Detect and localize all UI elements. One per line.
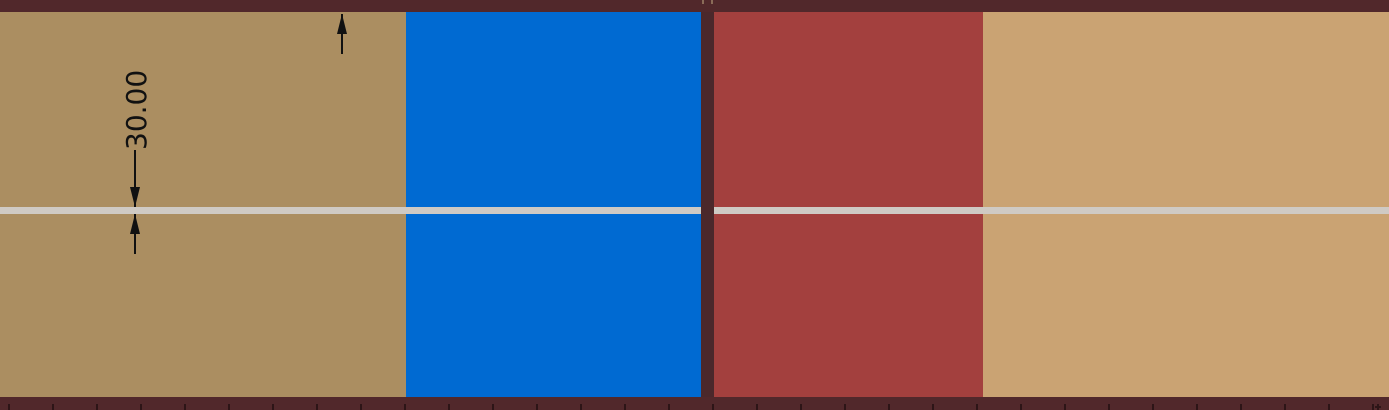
ruler-tick — [932, 404, 934, 410]
dimension-overlay — [130, 0, 1381, 410]
ruler-tick — [492, 404, 494, 410]
top-center-mark — [702, 0, 713, 4]
dimension-label[interactable]: 30.00 — [120, 70, 153, 150]
ruler-tick — [888, 404, 890, 410]
ruler-tick — [536, 404, 538, 410]
cad-drawing-viewport[interactable]: 30.00 — [0, 0, 1389, 410]
corner-mark — [1375, 404, 1381, 410]
ruler-tick — [1196, 404, 1198, 410]
ruler-tick — [1328, 404, 1330, 410]
ruler-tick — [272, 404, 274, 410]
ruler-tick — [140, 404, 142, 410]
ruler-tick — [184, 404, 186, 410]
ruler-tick — [448, 404, 450, 410]
ruler-tick — [1108, 404, 1110, 410]
ruler-tick — [228, 404, 230, 410]
dimension-arrow-up-icon — [337, 14, 347, 54]
ruler-tick — [8, 404, 10, 410]
ruler-tick — [52, 404, 54, 410]
ruler-tick — [624, 404, 626, 410]
ruler-tick — [1284, 404, 1286, 410]
dimension-arrow-down-icon — [130, 187, 140, 207]
ruler-tick — [580, 404, 582, 410]
dimension-arrow-up-icon — [130, 214, 140, 254]
ruler-tick — [360, 404, 362, 410]
ruler-tick — [404, 404, 406, 410]
ruler-tick — [1240, 404, 1242, 410]
ruler-tick — [1064, 404, 1066, 410]
ruler-tick — [800, 404, 802, 410]
ruler-tick — [844, 404, 846, 410]
ruler-tick — [756, 404, 758, 410]
ruler-tick — [316, 404, 318, 410]
ruler-tick — [712, 404, 714, 410]
ruler-tick — [976, 404, 978, 410]
ruler-tick — [96, 404, 98, 410]
ruler-tick — [1152, 404, 1154, 410]
ruler-tick — [1372, 404, 1374, 410]
ruler-tick — [668, 404, 670, 410]
ruler-tick — [1020, 404, 1022, 410]
